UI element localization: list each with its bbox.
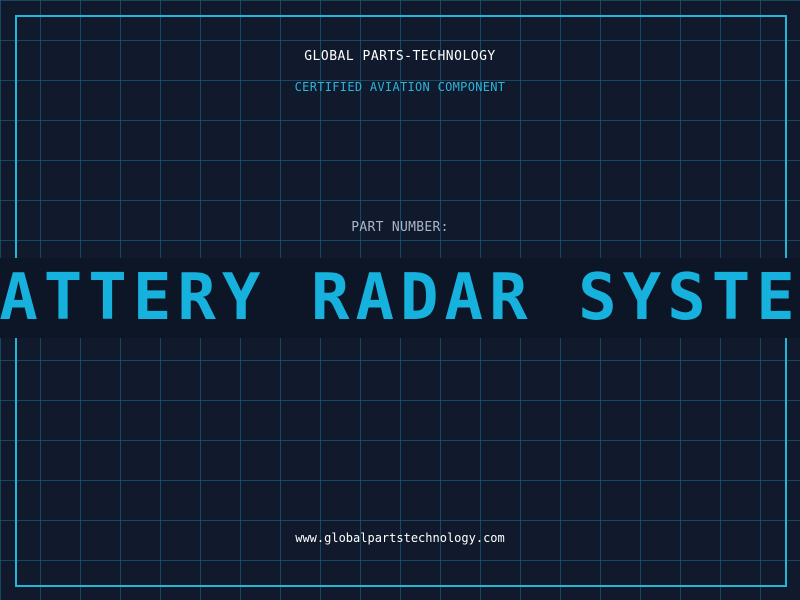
part-name: BATTERY RADAR SYSTEM: [0, 261, 800, 335]
part-name-banner: BATTERY RADAR SYSTEM: [0, 258, 800, 338]
part-number-label: PART NUMBER:: [351, 220, 449, 235]
website-url[interactable]: www.globalpartstechnology.com: [0, 531, 800, 545]
company-name: GLOBAL PARTS-TECHNOLOGY: [304, 49, 496, 64]
certification-subtitle: CERTIFIED AVIATION COMPONENT: [294, 80, 506, 94]
